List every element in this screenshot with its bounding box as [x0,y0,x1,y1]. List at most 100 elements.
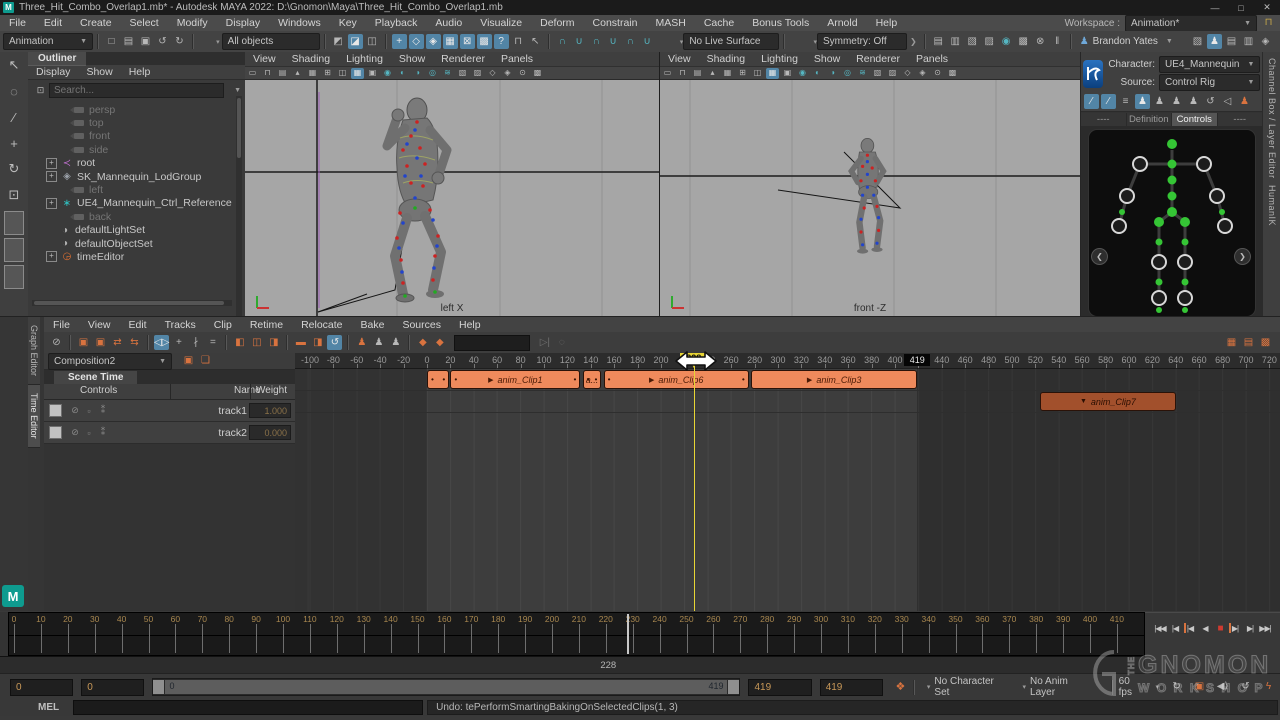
scale-tool-icon[interactable]: ⊡ [0,182,28,208]
maximize-button[interactable]: □ [1228,0,1254,15]
te-frame-all-icon[interactable]: ◌ [554,335,569,350]
track-name[interactable]: track2 [218,427,247,439]
magnet-curve-icon[interactable]: ∪ [572,34,587,49]
outliner-item-top[interactable]: top [28,116,245,129]
track-checkbox[interactable] [49,426,62,439]
range-start-handle[interactable] [153,680,164,694]
vp-bookmark-icon[interactable]: ▴ [706,68,719,79]
te-menu-bake[interactable]: Bake [352,317,394,333]
chevron-down-icon[interactable]: ▼ [226,87,241,94]
menu-file[interactable]: File [0,15,35,31]
range-end-handle[interactable] [728,680,739,694]
te-menu-relocate[interactable]: Relocate [292,317,351,333]
te-hold-icon[interactable]: ◨ [310,335,325,350]
vp-fog-icon[interactable]: ▨ [886,68,899,79]
symmetry-dropdown[interactable]: Symmetry: Off [817,33,907,50]
vp-motion-blur-icon[interactable]: ≋ [441,68,454,79]
hik-selection-icon[interactable]: ♟ [1169,94,1184,109]
magnet-point-icon[interactable]: ∩ [589,34,604,49]
go-to-end-button[interactable]: ▶▶| [1258,620,1273,636]
vp-shadows-icon[interactable]: ◑ [411,68,424,79]
mel-command-input[interactable] [73,700,423,715]
playback-end-field[interactable]: 419 [748,679,811,696]
move-tool-icon[interactable]: + [392,34,407,49]
viewport-menu-show[interactable]: Show [806,53,848,65]
outliner-menu-show[interactable]: Show [78,66,120,78]
set-key-icon[interactable]: ❖ [893,680,908,695]
te-ghost-next-icon[interactable]: ♟ [388,335,403,350]
te-key-remove-icon[interactable]: ◆ [432,335,447,350]
menu-modify[interactable]: Modify [168,15,217,31]
magnet-live-icon[interactable]: ∪ [640,34,655,49]
workspace-lock-icon[interactable]: ⊓ [1261,16,1276,31]
clip-small[interactable]: •• [427,370,449,389]
loop-mode-icon[interactable]: ↻ [1169,680,1184,695]
dock-tab-channel-box-layer-editor[interactable]: Channel Box / Layer Editor [1267,58,1277,179]
menu-set-dropdown[interactable]: Animation▼ [3,33,93,50]
outliner-item-side[interactable]: side [28,143,245,156]
select-component-icon[interactable]: ◫ [365,34,380,49]
hik-skeleton-icon[interactable]: ≡ [1118,94,1133,109]
viewport-left[interactable]: ViewShadingLightingShowRendererPanels ▭⊓… [245,52,660,316]
pause-viewport-icon[interactable]: ‖ [1050,34,1065,49]
live-surface-dropdown[interactable]: No Live Surface [683,33,779,50]
track-solo-icon[interactable]: ▫ [82,428,96,438]
character-controls-toggle-icon[interactable]: ♟ [1207,34,1222,49]
menu-deform[interactable]: Deform [531,15,583,31]
menu-edit[interactable]: Edit [35,15,71,31]
viewport-menu-panels[interactable]: Panels [493,53,541,65]
menu-create[interactable]: Create [71,15,121,31]
vp-fog-icon[interactable]: ▨ [471,68,484,79]
viewport-menu-renderer[interactable]: Renderer [848,53,908,65]
step-forward-key-button[interactable]: ▶| [1228,620,1243,636]
viewport-front[interactable]: ViewShadingLightingShowRendererPanels ▭⊓… [660,52,1081,316]
interactive-playback-icon[interactable]: ϟ [1261,680,1276,695]
te-zoom-sel-icon[interactable]: ▷| [537,335,552,350]
select-object-icon[interactable]: ◪ [348,34,363,49]
dock-tab-graph-editor[interactable]: Graph Editor [28,317,40,385]
clip-expand-icon[interactable]: ▶ [649,376,654,384]
te-minibar-icon-3[interactable]: ▩ [1258,335,1273,350]
layout-four-pane[interactable] [4,238,24,262]
clip-anim-clip3[interactable]: ▶anim_Clip3 [751,370,917,389]
tab-[interactable]: ---- [1081,113,1127,126]
play-backwards-button[interactable]: ◀ [1198,620,1213,636]
hik-full-body-icon[interactable]: ♟ [1135,94,1150,109]
current-frame-marker[interactable] [627,614,629,654]
render-region-icon[interactable]: ▨ [982,34,997,49]
menu-constrain[interactable]: Constrain [584,15,647,31]
snap-surface-icon[interactable]: ▩ [477,34,492,49]
step-back-key-button[interactable]: |◀ [1183,620,1198,636]
vp-lock-camera-icon[interactable]: ⊓ [676,68,689,79]
vp-joints-xray-icon[interactable]: ◈ [916,68,929,79]
vp-textured-icon[interactable]: ◉ [381,68,394,79]
channel-box-toggle-icon[interactable]: ▤ [1224,34,1239,49]
te-razor-icon[interactable]: ∤ [188,335,203,350]
picker-next-button[interactable]: ❯ [1234,248,1251,265]
vp-oversample-icon[interactable]: ◫ [751,68,764,79]
tab-controls[interactable]: Controls [1172,113,1218,126]
humanik-logo-icon[interactable] [1083,60,1103,88]
outliner-hscrollbar[interactable] [32,300,232,306]
te-minibar-icon-2[interactable]: ▤ [1241,335,1256,350]
chevron-right-icon[interactable]: ❯ [907,37,920,46]
magnet-axis-icon[interactable]: ∩ [623,34,638,49]
menu-windows[interactable]: Windows [269,15,330,31]
chevron-down-icon[interactable]: ▾ [919,683,931,691]
te-menu-file[interactable]: File [44,317,79,333]
time-editor-lanes[interactable]: ••••▶anim_Clip1••a...••▶anim_Clip6▶anim_… [295,368,1280,611]
menu-mash[interactable]: MASH [647,15,695,31]
te-ghost-clip-icon[interactable]: ♟ [354,335,369,350]
lasso-tool-icon[interactable]: ◌ [0,78,28,104]
render-cut-icon[interactable]: ⊗ [1033,34,1048,49]
vp-grid-icon[interactable]: ▩ [946,68,959,79]
vp-select-camera-icon[interactable]: ▭ [661,68,674,79]
selection-mask-dropdown[interactable]: All objects [222,33,320,50]
vp-shaded-icon[interactable]: ▣ [781,68,794,79]
vp-image-plane-icon[interactable]: ▦ [306,68,319,79]
te-mute-icon[interactable]: ⊘ [49,335,64,350]
time-editor-ruler[interactable]: -100-80-60-40-20020406080100120140160180… [295,353,1280,369]
te-menu-clip[interactable]: Clip [205,317,241,333]
clip-expand-icon[interactable]: ▶ [488,376,493,384]
outliner-item-root[interactable]: +≺root [28,157,245,170]
